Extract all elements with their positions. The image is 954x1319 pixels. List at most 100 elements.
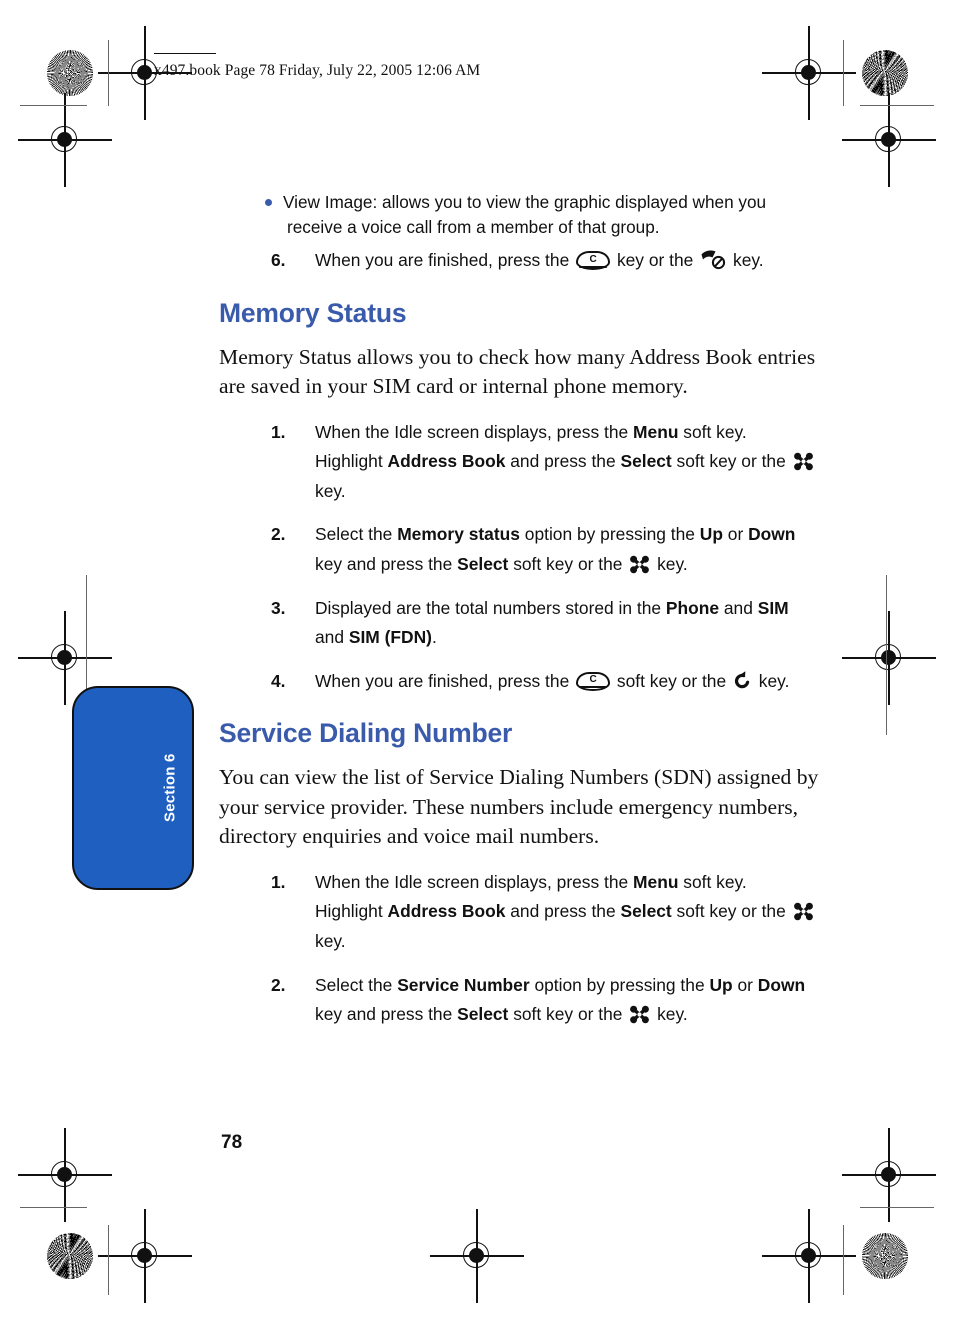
body-text: soft key or the xyxy=(508,553,628,574)
trim-mark-right-bottom xyxy=(843,1225,845,1295)
step-number: 2. xyxy=(271,974,286,995)
registration-target-bottom-center xyxy=(430,1209,524,1303)
step-text-c: key. xyxy=(733,250,764,270)
step-text: When the Idle screen displays, press the… xyxy=(315,868,819,957)
body-text: When you are finished, press the xyxy=(315,670,575,691)
section-paragraph: You can view the list of Service Dialing… xyxy=(219,765,819,849)
emphasis-text: Phone xyxy=(665,597,720,618)
back-arrow-key-icon xyxy=(733,670,752,691)
step-text: Displayed are the total numbers stored i… xyxy=(315,594,819,653)
step-number: 1. xyxy=(271,871,286,892)
navigation-ok-key-icon xyxy=(629,1004,650,1024)
step-number: 4. xyxy=(271,670,286,691)
section-thumb-tab-label: Section 6 xyxy=(161,753,179,823)
body-text: key. xyxy=(753,670,790,691)
body-text: and xyxy=(315,627,349,648)
list-item: 1. When the Idle screen displays, press t… xyxy=(219,868,819,957)
registration-target-bottom-right xyxy=(762,1209,856,1303)
body-text: option by pressing the xyxy=(519,524,700,545)
body-text: Select the xyxy=(315,524,398,545)
emphasis-text: Up xyxy=(699,524,723,545)
trim-mark-top-right xyxy=(860,105,934,107)
trim-mark-left-bottom xyxy=(108,1225,110,1295)
emphasis-text: Service Number xyxy=(397,974,530,995)
emphasis-text: Menu xyxy=(633,871,679,892)
starburst-registration-mark-bottom-right xyxy=(862,1233,908,1279)
emphasis-text: SIM (FDN) xyxy=(348,627,432,648)
body-text: When the Idle screen displays, press the xyxy=(315,421,634,442)
body-text: or xyxy=(722,524,749,545)
step-text: When you are finished, press the C key o… xyxy=(315,246,819,276)
trim-mark-left-top xyxy=(108,40,110,106)
bullet-dot-icon xyxy=(265,199,272,206)
step-text: When the Idle screen displays, press the… xyxy=(315,418,819,507)
step-text-a: When you are finished, press the xyxy=(315,250,570,270)
step-list: 1. When the Idle screen displays, press t… xyxy=(219,868,819,1030)
emphasis-text: Down xyxy=(748,524,796,545)
step-number: 3. xyxy=(271,597,286,618)
emphasis-text: Memory status xyxy=(397,524,520,545)
emphasis-text: Up xyxy=(709,974,733,995)
body-text: key and press the xyxy=(315,553,458,574)
registration-target-top-right xyxy=(762,26,856,120)
emphasis-text: Address Book xyxy=(387,451,506,472)
section-thumb-tab: Section 6 xyxy=(72,686,194,890)
moire-registration-mark-bottom-left xyxy=(47,1233,93,1279)
registration-target-right-middle xyxy=(842,611,936,705)
body-text: soft key or the xyxy=(671,451,791,472)
emphasis-text: Select xyxy=(620,901,672,922)
section-heading: Memory Status xyxy=(219,297,407,328)
trim-mark-right-middle xyxy=(886,575,888,735)
sections-container: Memory Status Memory Status allows you to… xyxy=(219,298,819,1030)
step-number: 1. xyxy=(271,421,286,442)
list-item: 4. When you are finished, press the C sof… xyxy=(219,667,819,697)
trim-mark-right-top xyxy=(843,40,845,106)
step-number: 6. xyxy=(271,250,286,270)
navigation-ok-key-icon xyxy=(629,554,650,574)
bullet-line-2: receive a voice call from a member of th… xyxy=(287,217,660,237)
body-text: key. xyxy=(315,480,346,501)
body-text: key. xyxy=(652,553,688,574)
printed-page: x497.book Page 78 Friday, July 22, 2005 … xyxy=(0,0,954,1319)
body-text: When the Idle screen displays, press the xyxy=(315,871,634,892)
list-item: 2. Select the Service Number option by pr… xyxy=(219,971,819,1030)
emphasis-text: Select xyxy=(457,1004,509,1025)
body-text: and press the xyxy=(505,901,621,922)
body-text: Displayed are the total numbers stored i… xyxy=(315,597,666,618)
end-call-key-icon xyxy=(700,249,726,270)
clear-c-key-icon: C xyxy=(576,671,611,691)
emphasis-text: Select xyxy=(457,553,509,574)
trim-mark-bottom-right xyxy=(860,1207,934,1209)
section-paragraph: Memory Status allows you to check how ma… xyxy=(219,344,816,399)
list-item: 2. Select the Memory status option by pre… xyxy=(219,520,819,579)
list-item: 6. When you are finished, press the C ke… xyxy=(219,246,819,276)
body-text: key. xyxy=(315,931,346,952)
running-head-rule xyxy=(154,53,216,55)
body-text: or xyxy=(732,974,758,995)
step-text: When you are finished, press the C soft … xyxy=(315,667,819,697)
body-text: and xyxy=(719,597,758,618)
body-text: and press the xyxy=(505,451,621,472)
emphasis-text: Address Book xyxy=(387,901,506,922)
body-text: key and press the xyxy=(315,1004,458,1025)
trim-mark-bottom-left xyxy=(20,1207,87,1209)
registration-target-bottom-left xyxy=(98,1209,192,1303)
body-text: . xyxy=(431,627,437,648)
step-text-b: key or the xyxy=(616,250,694,270)
navigation-ok-key-icon xyxy=(793,901,814,921)
list-item: 3. Displayed are the total numbers stored… xyxy=(219,594,819,653)
step-number: 2. xyxy=(271,524,286,545)
bullet-line-1: View Image: allows you to view the graph… xyxy=(283,192,767,212)
body-text: Select the xyxy=(315,974,398,995)
section-heading: Service Dialing Number xyxy=(219,718,513,749)
registration-target-left-middle xyxy=(18,611,112,705)
emphasis-text: Select xyxy=(620,451,672,472)
starburst-registration-mark-top-left xyxy=(47,50,93,96)
bullet-list-item: View Image: allows you to view the graph… xyxy=(263,190,819,240)
body-text: soft key or the xyxy=(671,901,791,922)
body-text: key. xyxy=(652,1004,688,1025)
trim-mark-top-left xyxy=(20,105,87,107)
registration-target-left-lower xyxy=(18,1128,112,1222)
moire-registration-mark-top-right xyxy=(862,50,908,96)
page-number: 78 xyxy=(221,1132,243,1153)
